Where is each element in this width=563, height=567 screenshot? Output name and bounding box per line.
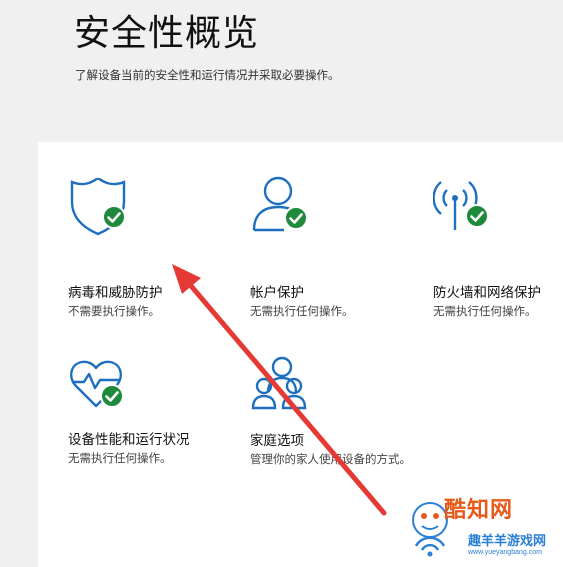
tile-title: 病毒和威胁防护 — [68, 285, 163, 301]
account-check-icon — [252, 176, 308, 232]
tile-status: 无需执行任何操作。 — [250, 304, 354, 318]
tile-status: 无需执行任何操作。 — [433, 304, 537, 318]
tile-virus-threat-protection[interactable]: 病毒和威胁防护 不需要执行操作。 — [68, 178, 238, 318]
shield-check-icon — [70, 178, 126, 236]
tile-status: 管理你的家人使用设备的方式。 — [250, 452, 411, 466]
tile-firewall-network-protection[interactable]: 防火墙和网络保护 无需执行任何操作。 — [433, 178, 563, 318]
tile-title: 家庭选项 — [250, 433, 304, 449]
tile-family-options[interactable]: 家庭选项 管理你的家人使用设备的方式。 — [250, 356, 420, 476]
tile-title: 设备性能和运行状况 — [68, 432, 190, 448]
watermark-brand: 酷知网 — [444, 498, 514, 523]
site-watermark: 酷知网 趣羊羊游戏网 www.yueyangbang.com — [404, 490, 563, 567]
tile-title: 防火墙和网络保护 — [433, 285, 541, 301]
tile-status: 无需执行任何操作。 — [68, 451, 172, 465]
tile-account-protection[interactable]: 帐户保护 无需执行任何操作。 — [250, 176, 420, 318]
page-subtitle: 了解设备当前的安全性和运行情况并采取必要操作。 — [75, 68, 340, 82]
watermark-site-name: 趣羊羊游戏网 — [468, 534, 547, 549]
watermark-site-url: www.yueyangbang.com — [468, 549, 542, 556]
family-icon — [251, 356, 307, 410]
wifi-antenna-check-icon — [433, 181, 489, 230]
heart-pulse-check-icon — [70, 360, 124, 408]
tile-title: 帐户保护 — [250, 285, 304, 301]
tile-status: 不需要执行操作。 — [68, 304, 160, 318]
tile-device-performance-health[interactable]: 设备性能和运行状况 无需执行任何操作。 — [68, 354, 238, 465]
page-title: 安全性概览 — [74, 13, 260, 54]
